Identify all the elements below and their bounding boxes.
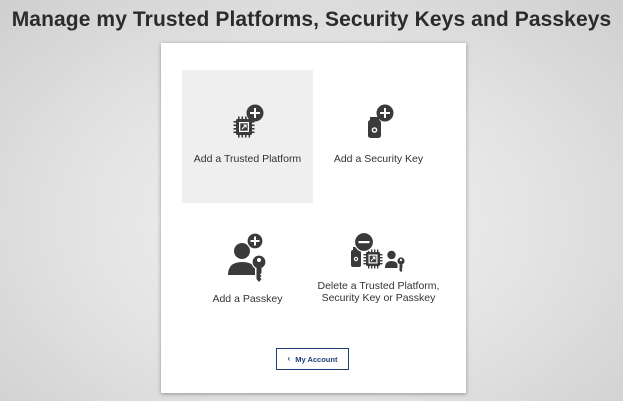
add-security-key-label: Add a Security Key [333, 153, 424, 165]
add-trusted-platform-option[interactable]: Add a Trusted Platform [182, 70, 313, 203]
options-card: Add a Trusted Platform Add a Security Ke… [161, 43, 466, 393]
delete-credential-option[interactable]: Delete a Trusted Platform, Security Key … [313, 223, 444, 356]
my-account-label: My Account [295, 354, 338, 364]
add-trusted-platform-label: Add a Trusted Platform [193, 153, 302, 165]
delete-label-line2: Security Key or Passkey [321, 292, 436, 304]
delete-label-line1: Delete a Trusted Platform, [317, 280, 440, 292]
security-key-add-icon [367, 104, 393, 138]
trusted-platform-add-icon [233, 104, 263, 138]
chevron-left-icon: ‹ [287, 354, 291, 363]
page-title: Manage my Trusted Platforms, Security Ke… [11, 8, 612, 31]
delete-credential-icon [350, 231, 405, 272]
my-account-button[interactable]: ‹ My Account [276, 348, 349, 370]
passkey-add-icon [227, 232, 267, 282]
add-security-key-option[interactable]: Add a Security Key [313, 70, 444, 203]
delete-credential-label: Delete a Trusted Platform, Security Key … [293, 280, 464, 304]
